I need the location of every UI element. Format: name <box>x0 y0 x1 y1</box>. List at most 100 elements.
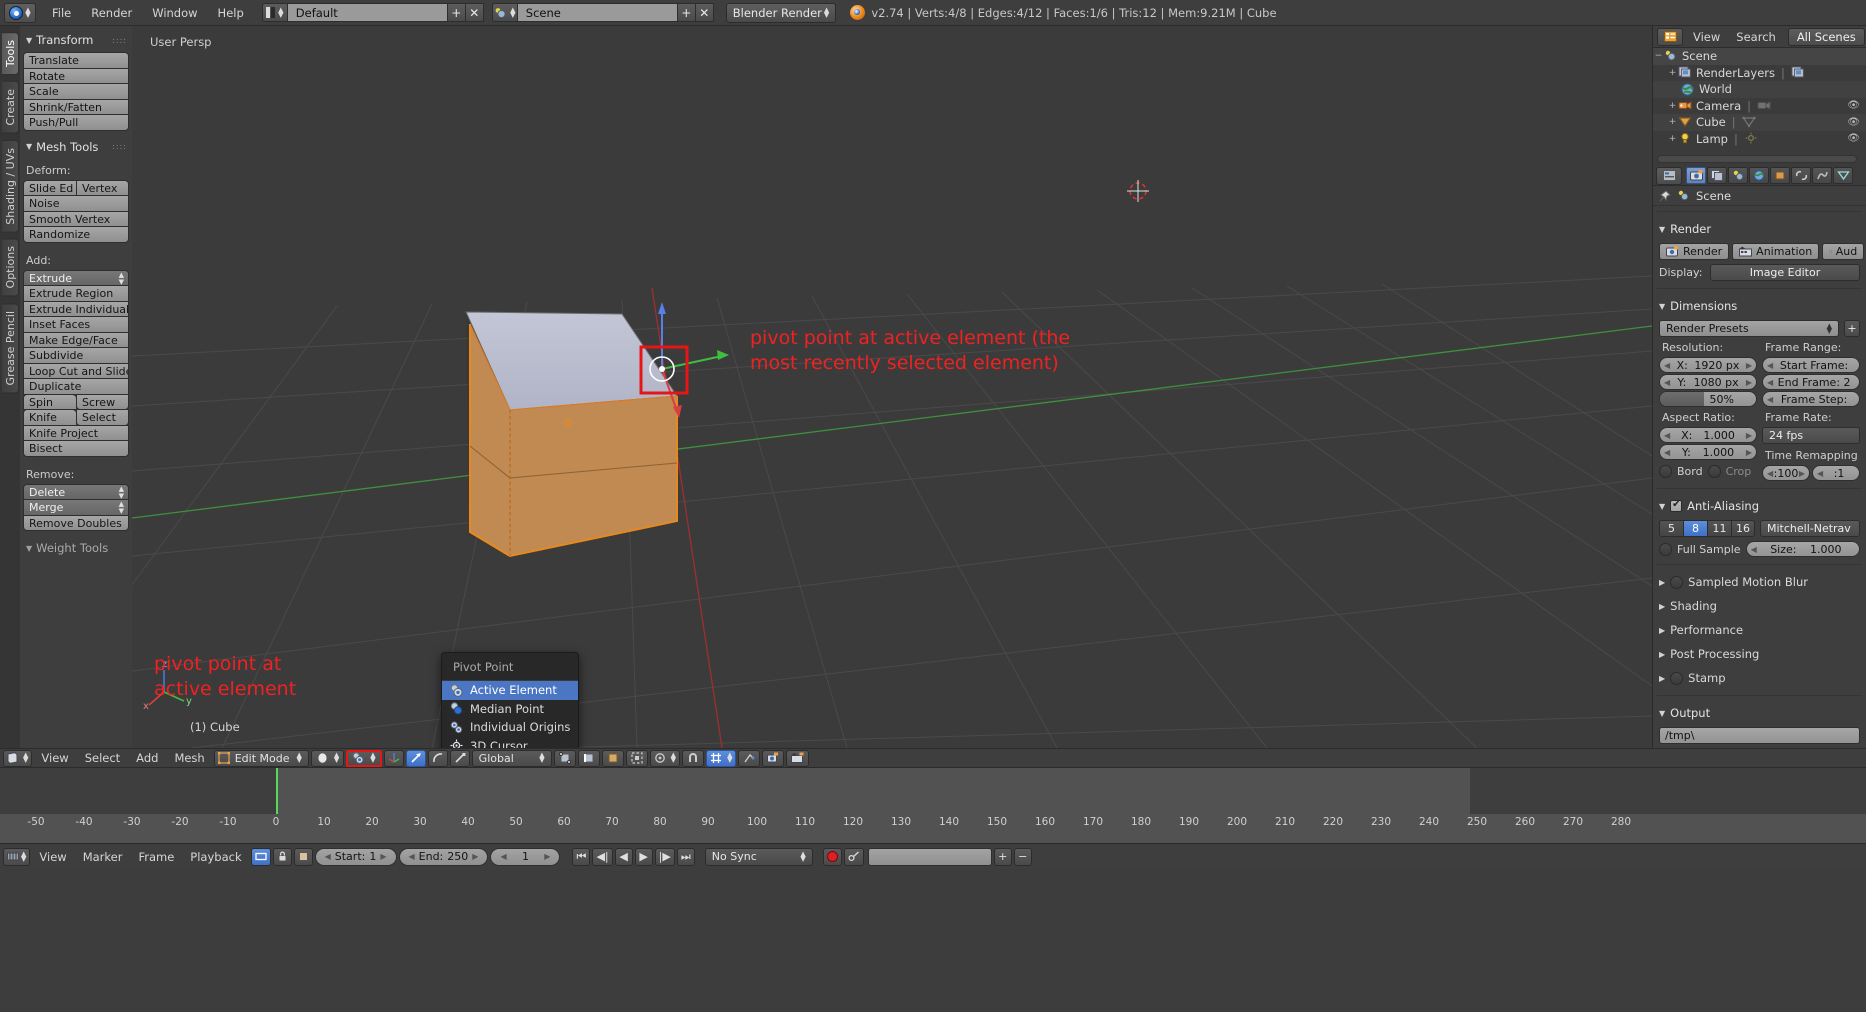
tab-options[interactable]: Options <box>2 238 19 297</box>
timeline-editor[interactable]: -50 -40 -30 -20 -10 0 10 20 30 40 50 60 … <box>0 768 1866 843</box>
screen-layout-selector[interactable]: ▲ ▼ Default + ✕ <box>261 3 484 22</box>
frame-rate-select[interactable]: 24 fps <box>1762 427 1860 444</box>
keying-set-field[interactable] <box>867 847 992 866</box>
subdivide-button[interactable]: Subdivide <box>23 347 129 364</box>
pin-icon[interactable] <box>1659 189 1671 202</box>
scale-button[interactable]: Scale <box>23 83 129 100</box>
extrude-individual-button[interactable]: Extrude Individual <box>23 300 129 317</box>
transform-panel-header[interactable]: ▼ Transform :::: <box>23 30 129 52</box>
keying-set-button[interactable] <box>843 847 864 866</box>
display-mode-select[interactable]: Image Editor <box>1710 264 1860 281</box>
slide-edge-button[interactable]: Slide Ed <box>23 179 76 196</box>
outliner-row-renderlayers[interactable]: + RenderLayers | <box>1653 65 1866 82</box>
current-frame-field[interactable]: ◀ 1 ▶ <box>490 847 561 866</box>
expand-icon[interactable]: + <box>1667 134 1678 144</box>
viewport-menu-select[interactable]: Select <box>78 749 127 767</box>
tab-modifiers[interactable] <box>1812 167 1832 184</box>
rotate-button[interactable]: Rotate <box>23 67 129 84</box>
start-frame-field[interactable]: ◀ Start: 1 ▶ <box>314 847 397 866</box>
render-section-header[interactable]: ▼ Render <box>1653 217 1866 241</box>
expand-icon[interactable]: + <box>1667 101 1678 111</box>
limit-selection-visible-button[interactable] <box>625 749 648 767</box>
3d-viewport[interactable]: z y x User Persp (1) Cube pivot point at… <box>132 26 1652 748</box>
end-frame-field[interactable]: ◀ End Frame: 2 <box>1762 374 1860 390</box>
edge-select-mode-button[interactable] <box>577 749 600 767</box>
transform-orientation-select[interactable]: Global ▲ ▼ <box>471 749 552 767</box>
start-frame-field[interactable]: ◀ Start Frame: <box>1762 357 1860 373</box>
decrement-icon[interactable]: ◀ <box>1767 469 1773 478</box>
stamp-section-header[interactable]: ▶ Stamp <box>1653 666 1866 690</box>
stamp-checkbox[interactable] <box>1670 671 1684 685</box>
tab-object[interactable] <box>1770 167 1790 184</box>
decrement-icon[interactable]: ◀ <box>1767 378 1773 387</box>
screw-button[interactable]: Screw <box>76 393 129 410</box>
increment-icon[interactable]: ▶ <box>380 852 386 861</box>
lock-time-button[interactable] <box>272 847 292 866</box>
decrement-icon[interactable]: ◀ <box>1767 361 1773 370</box>
decrement-icon[interactable]: ◀ <box>1767 395 1773 404</box>
decrement-icon[interactable]: ◀ <box>1664 378 1670 387</box>
decrement-icon[interactable]: ◀ <box>1664 361 1670 370</box>
expand-icon[interactable]: + <box>1667 117 1678 127</box>
aa-size-field[interactable]: ◀ Size: 1.000 <box>1745 541 1860 557</box>
add-preset-button[interactable]: + <box>1844 320 1860 337</box>
outliner-scrollbar[interactable] <box>1657 155 1857 163</box>
expand-icon[interactable]: + <box>1667 68 1678 78</box>
vertex-slide-button[interactable]: Vertex <box>76 179 129 196</box>
playhead[interactable] <box>276 768 278 814</box>
tab-create[interactable]: Create <box>2 81 19 134</box>
remove-keyframe-button[interactable]: − <box>1013 847 1032 866</box>
outliner-row-lamp[interactable]: + Lamp | 👁 <box>1653 131 1866 148</box>
resolution-y-field[interactable]: ◀ Y: 1080 px ▶ <box>1659 374 1757 390</box>
resolution-percentage-slider[interactable]: 50% <box>1659 391 1757 407</box>
tab-data[interactable] <box>1833 167 1853 184</box>
timeline-menu-marker[interactable]: Marker <box>76 848 130 866</box>
resolution-x-field[interactable]: ◀ X: 1920 px ▶ <box>1659 357 1757 373</box>
step-back-button[interactable]: ◀| <box>592 847 613 866</box>
rotate-manipulator-button[interactable] <box>427 749 448 767</box>
delete-layout-button[interactable]: ✕ <box>465 3 484 22</box>
tab-tools[interactable]: Tools <box>2 32 19 76</box>
decrement-icon[interactable]: ◀ <box>1817 469 1823 478</box>
border-checkbox[interactable] <box>1659 465 1672 478</box>
outliner-display-mode[interactable]: All Scenes <box>1787 27 1865 46</box>
knife-button[interactable]: Knife <box>23 409 76 426</box>
loop-cut-slide-button[interactable]: Loop Cut and Slide <box>23 362 129 379</box>
time-remap-old-field[interactable]: ◀ :100 ▶ <box>1762 465 1810 481</box>
increment-icon[interactable]: ▶ <box>1799 469 1805 478</box>
pivot-point-popup[interactable]: Pivot Point Active Element Median Point … <box>441 652 579 748</box>
record-keyframes-button[interactable] <box>822 847 842 866</box>
screen-layout-name[interactable]: Default <box>287 3 448 22</box>
pivot-item-3d-cursor[interactable]: 3D Cursor <box>442 737 578 748</box>
snap-target-select[interactable]: ▲ ▼ <box>706 749 737 767</box>
tab-world[interactable] <box>1749 167 1769 184</box>
play-reverse-button[interactable]: ◀ <box>614 847 633 866</box>
vertex-select-mode-button[interactable] <box>553 749 576 767</box>
inset-faces-button[interactable]: Inset Faces <box>23 316 129 333</box>
crop-checkbox[interactable] <box>1707 465 1721 478</box>
output-section-header[interactable]: ▼ Output <box>1653 701 1866 725</box>
auto-keyframe-button[interactable] <box>293 847 313 866</box>
dimensions-section-header[interactable]: ▼ Dimensions <box>1653 294 1866 318</box>
aa-sample-11[interactable]: 11 <box>1707 520 1731 537</box>
pivot-item-active-element[interactable]: Active Element <box>442 681 578 700</box>
pivot-point-select[interactable]: ▲ ▼ <box>346 749 382 767</box>
increment-icon[interactable]: ▶ <box>1746 448 1752 457</box>
post-processing-section-header[interactable]: ▶ Post Processing <box>1653 642 1866 666</box>
extrude-region-button[interactable]: Extrude Region <box>23 285 129 302</box>
spin-button[interactable]: Spin <box>23 393 76 410</box>
mode-select[interactable]: Edit Mode ▲ ▼ <box>213 749 309 767</box>
outliner-menu-view[interactable]: View <box>1687 28 1726 46</box>
render-audio-button[interactable]: Aud <box>1822 243 1865 260</box>
weight-tools-panel-header[interactable]: ▼ Weight Tools <box>23 537 129 560</box>
camera-data-icon[interactable] <box>1757 99 1771 112</box>
decrement-icon[interactable]: ◀ <box>500 852 506 861</box>
aa-filter-select[interactable]: Mitchell-Netrav <box>1760 520 1860 537</box>
tab-shading-uvs[interactable]: Shading / UVs <box>2 139 19 233</box>
visibility-eye-icon[interactable]: 👁 <box>1847 133 1860 144</box>
snap-magnet-button[interactable] <box>682 749 705 767</box>
tab-constraints[interactable] <box>1791 167 1811 184</box>
viewport-menu-mesh[interactable]: Mesh <box>167 749 211 767</box>
bisect-button[interactable]: Bisect <box>23 440 129 457</box>
outliner-menu-search[interactable]: Search <box>1730 28 1782 46</box>
